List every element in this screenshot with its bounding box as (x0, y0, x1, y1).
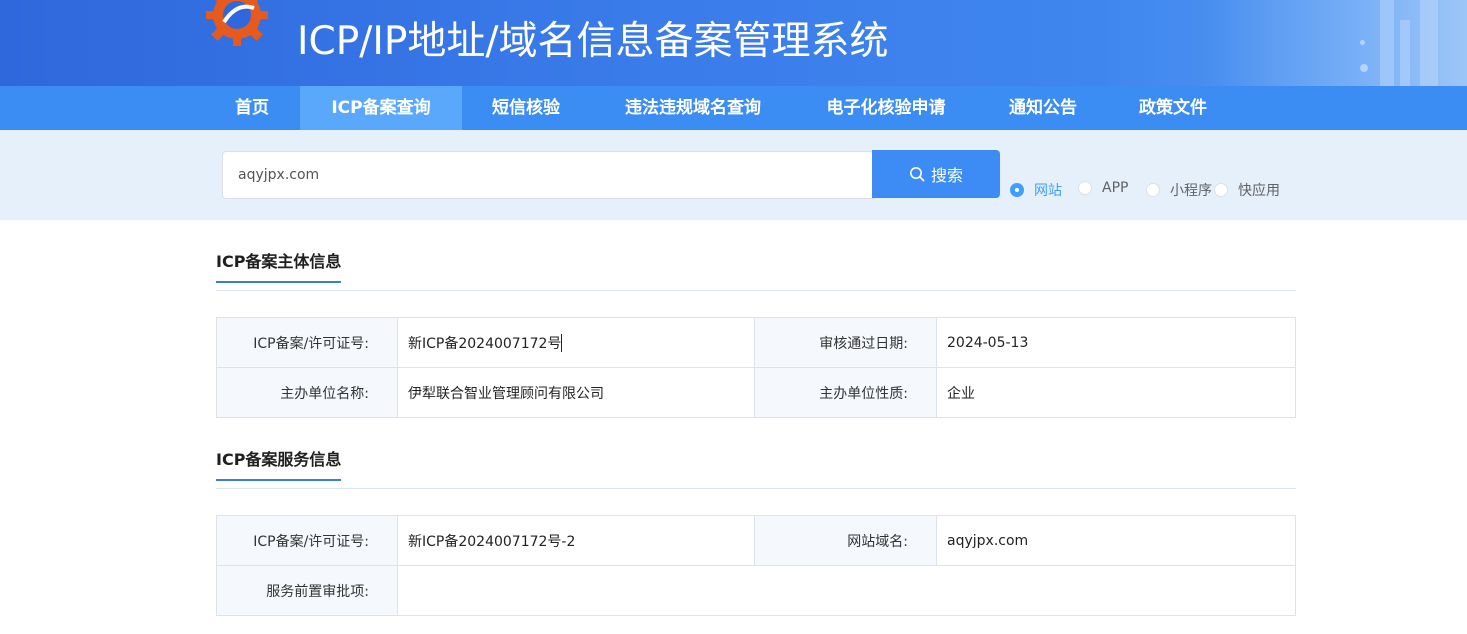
nav-item-sms-verify[interactable]: 短信核验 (462, 86, 590, 130)
building-decoration (1380, 0, 1394, 86)
service-info-table: ICP备案/许可证号: 新ICP备2024007172号-2 网站域名: aqy… (216, 515, 1296, 616)
text-caret (561, 333, 563, 352)
field-label: ICP备案/许可证号: (216, 317, 398, 368)
nav-item-notices[interactable]: 通知公告 (976, 86, 1110, 130)
field-value: 伊犁联合智业管理顾问有限公司 (397, 367, 755, 418)
field-value (397, 565, 1296, 616)
gear-logo-icon (206, 0, 268, 46)
nav-item-illegal-domain[interactable]: 违法违规域名查询 (590, 86, 796, 130)
subject-info-table: ICP备案/许可证号: 新ICP备2024007172号 审核通过日期: 202… (216, 317, 1296, 418)
section-title: ICP备案服务信息 (216, 449, 342, 481)
field-label: ICP备案/许可证号: (216, 515, 398, 566)
main-nav: 首页 ICP备案查询 短信核验 违法违规域名查询 电子化核验申请 通知公告 政策… (0, 86, 1467, 130)
radio-miniprogram[interactable]: 小程序 (1146, 180, 1212, 200)
search-input[interactable] (222, 151, 874, 199)
table-row: 服务前置审批项: (216, 565, 1296, 616)
search-button[interactable]: 搜索 (872, 150, 1000, 198)
radio-quickapp[interactable]: 快应用 (1214, 180, 1280, 200)
nav-item-e-verify[interactable]: 电子化核验申请 (796, 86, 976, 130)
field-label: 审核通过日期: (754, 317, 937, 368)
subject-info-header: ICP备案主体信息 (216, 251, 1296, 291)
radio-label: 快应用 (1238, 183, 1280, 199)
decoration-dot (1360, 64, 1368, 72)
field-value: 新ICP备2024007172号 (397, 317, 755, 368)
field-value: 2024-05-13 (936, 317, 1296, 368)
radio-circle (1078, 181, 1092, 195)
field-label: 主办单位性质: (754, 367, 937, 418)
nav-item-policy[interactable]: 政策文件 (1110, 86, 1236, 130)
radio-circle (1146, 183, 1160, 197)
decoration-dot (1360, 40, 1365, 45)
field-value: 企业 (936, 367, 1296, 418)
radio-circle (1214, 183, 1228, 197)
license-number: 新ICP备2024007172号 (408, 335, 562, 352)
radio-label: 网站 (1034, 183, 1062, 199)
field-value: aqyjpx.com (936, 515, 1296, 566)
search-icon (909, 167, 925, 182)
building-decoration (1400, 20, 1410, 86)
site-header: ICP/IP地址/域名信息备案管理系统 (0, 0, 1467, 86)
nav-item-home[interactable]: 首页 (204, 86, 300, 130)
field-label: 主办单位名称: (216, 367, 398, 418)
radio-circle (1010, 183, 1024, 197)
site-title: ICP/IP地址/域名信息备案管理系统 (297, 19, 889, 64)
field-value: 新ICP备2024007172号-2 (397, 515, 755, 566)
section-title: ICP备案主体信息 (216, 251, 342, 283)
table-row: ICP备案/许可证号: 新ICP备2024007172号-2 网站域名: aqy… (216, 515, 1296, 566)
search-button-label: 搜索 (930, 166, 963, 185)
service-info-header: ICP备案服务信息 (216, 449, 1296, 489)
table-row: ICP备案/许可证号: 新ICP备2024007172号 审核通过日期: 202… (216, 317, 1296, 368)
field-label: 服务前置审批项: (216, 565, 398, 616)
radio-app[interactable]: APP (1078, 180, 1128, 196)
radio-label: 小程序 (1170, 183, 1212, 199)
nav-item-icp-query[interactable]: ICP备案查询 (300, 86, 462, 130)
search-area: 搜索 网站 APP 小程序 快应用 (0, 130, 1467, 220)
radio-website[interactable]: 网站 (1010, 180, 1062, 200)
field-label: 网站域名: (754, 515, 937, 566)
table-row: 主办单位名称: 伊犁联合智业管理顾问有限公司 主办单位性质: 企业 (216, 367, 1296, 418)
building-decoration (1420, 0, 1438, 86)
radio-label: APP (1102, 180, 1129, 196)
